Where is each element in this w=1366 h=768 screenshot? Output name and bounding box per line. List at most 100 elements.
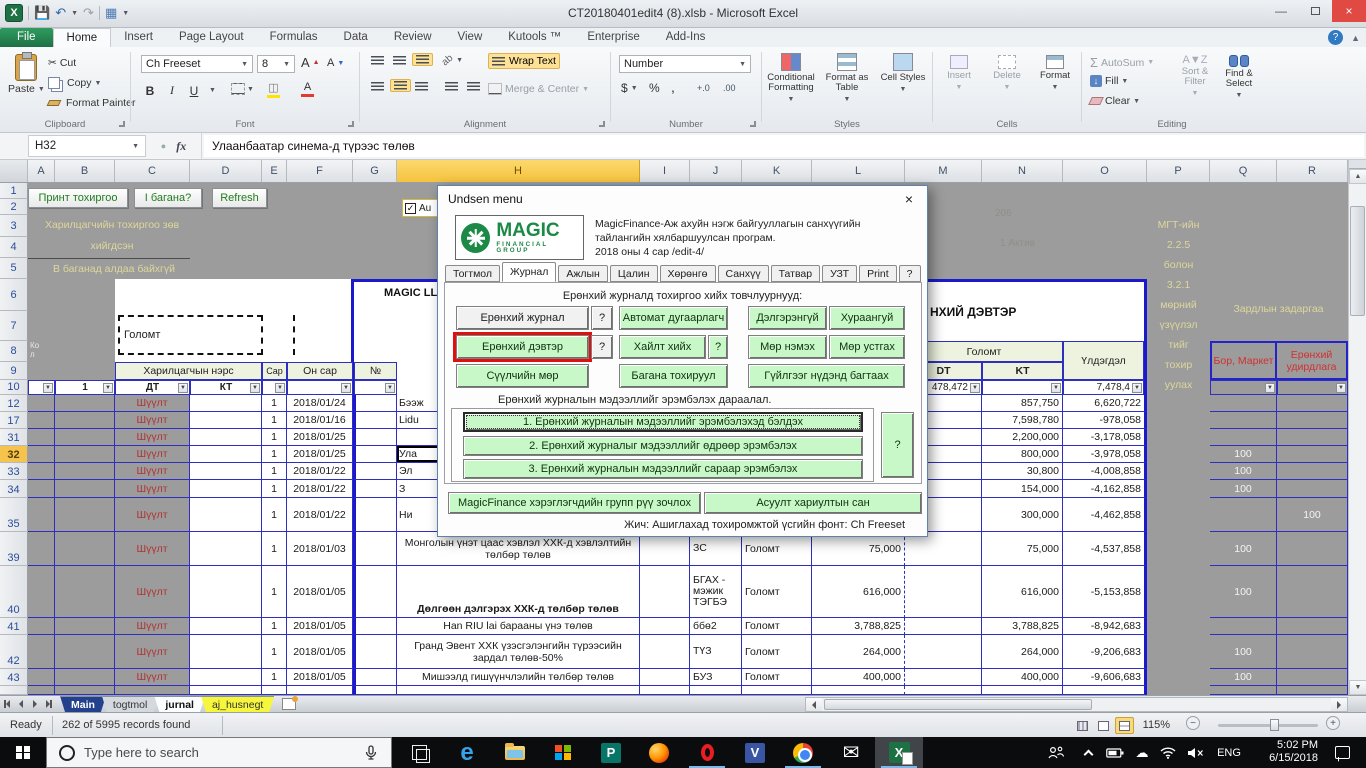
cell-b[interactable] bbox=[55, 686, 115, 695]
filter-dropdown-icon[interactable]: ▼ bbox=[178, 383, 188, 393]
cell-date[interactable]: 2018/01/24 bbox=[287, 395, 353, 412]
ribbon-tab-kutools-[interactable]: Kutools ™ bbox=[495, 28, 574, 47]
cell-kt[interactable]: 75,000 bbox=[982, 532, 1063, 566]
filter-dt[interactable]: ДТ ▼ bbox=[115, 380, 190, 395]
row-header-8[interactable]: 8 bbox=[0, 341, 28, 362]
cell-p[interactable] bbox=[1147, 532, 1210, 566]
auto-number-button[interactable]: Автомат дугаарлагч bbox=[619, 306, 728, 330]
cell-date[interactable]: 2018/01/22 bbox=[287, 463, 353, 480]
cell-p[interactable] bbox=[1147, 480, 1210, 498]
page-layout-view-icon[interactable] bbox=[1094, 717, 1113, 734]
zoom-in-icon[interactable]: + bbox=[1326, 716, 1340, 730]
help-button[interactable]: ? bbox=[591, 335, 613, 359]
cell-mgmt-pct[interactable] bbox=[1277, 635, 1348, 669]
i-column-button[interactable]: I багана? bbox=[134, 188, 202, 208]
filter-dropdown-icon[interactable]: ▼ bbox=[1051, 383, 1061, 393]
cell-mgmt-pct[interactable] bbox=[1277, 463, 1348, 480]
expense-filter-r[interactable]: ▼ bbox=[1277, 380, 1348, 395]
first-sheet-icon[interactable] bbox=[0, 696, 14, 712]
cell-market-pct[interactable]: 100 bbox=[1210, 566, 1277, 618]
publisher-button[interactable]: P bbox=[587, 737, 635, 768]
decrease-decimal-button[interactable]: .00 bbox=[723, 83, 736, 93]
cell-no[interactable] bbox=[353, 566, 397, 618]
filter-dropdown-icon[interactable]: ▼ bbox=[1265, 383, 1275, 393]
cell-b[interactable] bbox=[55, 618, 115, 635]
column-header-F[interactable]: F bbox=[287, 160, 353, 182]
cell-a[interactable] bbox=[28, 532, 55, 566]
cell-market-pct[interactable] bbox=[1210, 498, 1277, 532]
cell-mgmt-pct[interactable] bbox=[1277, 618, 1348, 635]
cell-code[interactable]: БУЗ bbox=[690, 669, 742, 686]
maximize-button[interactable] bbox=[1298, 0, 1332, 22]
column-header-I[interactable]: I bbox=[640, 160, 690, 182]
sheet-tab-aj_husnegt[interactable]: aj_husnegt bbox=[201, 696, 274, 712]
ledger-balance-header[interactable]: Үлдэгдэл bbox=[1063, 341, 1144, 380]
dialog-title[interactable]: Undsen menu bbox=[438, 186, 927, 211]
cell-date[interactable]: 2018/01/05 bbox=[287, 635, 353, 669]
cell-b[interactable] bbox=[55, 532, 115, 566]
cell-mgmt-pct[interactable] bbox=[1277, 686, 1348, 695]
cell-balance[interactable]: -4,008,858 bbox=[1063, 463, 1147, 480]
row-header[interactable]: 31 bbox=[0, 429, 28, 446]
cell-a[interactable] bbox=[28, 669, 55, 686]
cell-description[interactable] bbox=[397, 686, 640, 695]
dialog-tab-тогтмол[interactable]: Тогтмол bbox=[445, 265, 501, 282]
ribbon-tab-insert[interactable]: Insert bbox=[111, 28, 166, 47]
vertical-scroll-thumb[interactable] bbox=[1350, 206, 1365, 316]
filter-dropdown-icon[interactable]: ▼ bbox=[43, 383, 53, 393]
cell-d[interactable] bbox=[190, 395, 262, 412]
paste-button[interactable]: Paste ▼ bbox=[8, 52, 45, 95]
insert-cells-button[interactable]: Insert ▼ bbox=[937, 55, 981, 93]
filter-dropdown-icon[interactable]: ▼ bbox=[1132, 383, 1142, 393]
filter-e[interactable]: ▼ bbox=[262, 380, 287, 395]
cell-m[interactable] bbox=[905, 618, 982, 635]
shrink-font-button[interactable]: A ▼ bbox=[327, 57, 344, 69]
minimize-ribbon-icon[interactable]: ▲ bbox=[1351, 33, 1360, 43]
column-header-D[interactable]: D bbox=[190, 160, 262, 182]
cell-kt[interactable]: 400,000 bbox=[982, 669, 1063, 686]
expense-filter-q[interactable]: ▼ bbox=[1210, 380, 1277, 395]
cell-month[interactable]: 1 bbox=[262, 635, 287, 669]
row-header-2[interactable]: 2 bbox=[0, 199, 28, 215]
cell-dt[interactable]: 400,000 bbox=[812, 669, 905, 686]
cell-month[interactable]: 1 bbox=[262, 618, 287, 635]
grow-font-button[interactable]: A ▲ bbox=[301, 55, 320, 70]
visio-button[interactable]: V bbox=[731, 737, 779, 768]
ribbon-tab-page-layout[interactable]: Page Layout bbox=[166, 28, 257, 47]
cell-p[interactable] bbox=[1147, 395, 1210, 412]
mail-button[interactable]: ✉ bbox=[827, 737, 875, 768]
delete-row-button[interactable]: Мөр устгах bbox=[829, 335, 905, 359]
cell-p[interactable] bbox=[1147, 686, 1210, 695]
cell-d[interactable] bbox=[190, 498, 262, 532]
cell-styles-button[interactable]: Cell Styles ▼ bbox=[876, 53, 930, 95]
column-header-L[interactable]: L bbox=[812, 160, 905, 182]
cell-filter[interactable]: Шүүлт bbox=[115, 532, 190, 566]
cell-month[interactable]: 1 bbox=[262, 566, 287, 618]
cell-no[interactable] bbox=[353, 395, 397, 412]
clear-button[interactable]: Clear ▼ bbox=[1088, 95, 1140, 107]
cell-mgmt-pct[interactable]: 100 bbox=[1277, 498, 1348, 532]
cell-dt[interactable]: 75,000 bbox=[812, 532, 905, 566]
cell-filter[interactable] bbox=[115, 686, 190, 695]
cell-filter[interactable]: Шүүлт bbox=[115, 395, 190, 412]
column-header-O[interactable]: O bbox=[1063, 160, 1147, 182]
cell-filter[interactable]: Шүүлт bbox=[115, 635, 190, 669]
cell-market-pct[interactable] bbox=[1210, 686, 1277, 695]
clock[interactable]: 5:02 PM 6/15/2018 bbox=[1252, 739, 1318, 765]
cell-d[interactable] bbox=[190, 635, 262, 669]
print-settings-button[interactable]: Принт тохиргоо bbox=[28, 188, 128, 208]
cell-dt[interactable]: 616,000 bbox=[812, 566, 905, 618]
detailed-button[interactable]: Дэлгэрэнгүй bbox=[748, 306, 827, 330]
cell-kt[interactable]: 154,000 bbox=[982, 480, 1063, 498]
filter-dropdown-icon[interactable]: ▼ bbox=[275, 383, 285, 393]
cell-m[interactable] bbox=[905, 686, 982, 695]
cell-bank[interactable]: Голомт bbox=[742, 635, 812, 669]
zoom-slider-thumb[interactable] bbox=[1270, 719, 1279, 731]
cell-date[interactable]: 2018/01/05 bbox=[287, 669, 353, 686]
opera-button[interactable] bbox=[683, 737, 731, 768]
scroll-down-icon[interactable]: ▼ bbox=[1349, 680, 1366, 695]
last-sheet-icon[interactable] bbox=[42, 696, 56, 712]
fit-cell-button[interactable]: Гүйлгээг нүдэнд багтаах bbox=[748, 364, 905, 388]
cell-month[interactable]: 1 bbox=[262, 429, 287, 446]
cell-code[interactable]: ббө2 bbox=[690, 618, 742, 635]
